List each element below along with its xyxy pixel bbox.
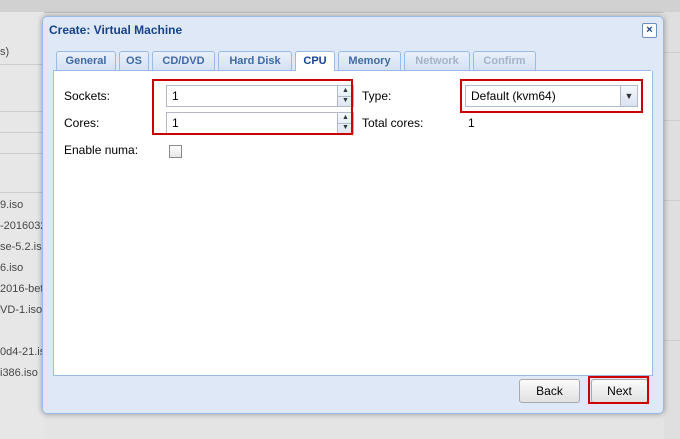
cores-label: Cores: bbox=[64, 116, 100, 130]
back-button[interactable]: Back bbox=[519, 379, 580, 403]
tab-hard-disk[interactable]: Hard Disk bbox=[218, 51, 292, 70]
window-title: Create: Virtual Machine bbox=[49, 23, 183, 37]
sockets-cores-highlight bbox=[152, 79, 353, 135]
total-cores-value: 1 bbox=[468, 116, 475, 130]
total-cores-label: Total cores: bbox=[362, 116, 424, 130]
sockets-label: Sockets: bbox=[64, 89, 111, 103]
tab-confirm: Confirm bbox=[473, 51, 536, 70]
tab-strip: General OS CD/DVD Hard Disk CPU Memory N… bbox=[53, 51, 651, 71]
cpu-panel: Sockets: 1 ▲ ▼ Cores: 1 ▲ ▼ Enable numa:… bbox=[53, 71, 653, 376]
tab-network: Network bbox=[404, 51, 470, 70]
create-vm-window: Create: Virtual Machine × General OS CD/… bbox=[42, 16, 664, 414]
cpu-type-highlight bbox=[460, 79, 643, 113]
close-icon[interactable]: × bbox=[642, 23, 657, 38]
window-header[interactable]: Create: Virtual Machine × bbox=[43, 17, 663, 43]
enable-numa-label: Enable numa: bbox=[64, 143, 139, 157]
tab-memory[interactable]: Memory bbox=[338, 51, 401, 70]
tab-cd-dvd[interactable]: CD/DVD bbox=[152, 51, 215, 70]
tab-cpu[interactable]: CPU bbox=[295, 51, 335, 71]
tab-os[interactable]: OS bbox=[119, 51, 149, 70]
tab-general[interactable]: General bbox=[56, 51, 116, 70]
enable-numa-checkbox[interactable] bbox=[169, 145, 182, 158]
next-button-highlight bbox=[588, 376, 649, 404]
type-label: Type: bbox=[362, 89, 392, 103]
